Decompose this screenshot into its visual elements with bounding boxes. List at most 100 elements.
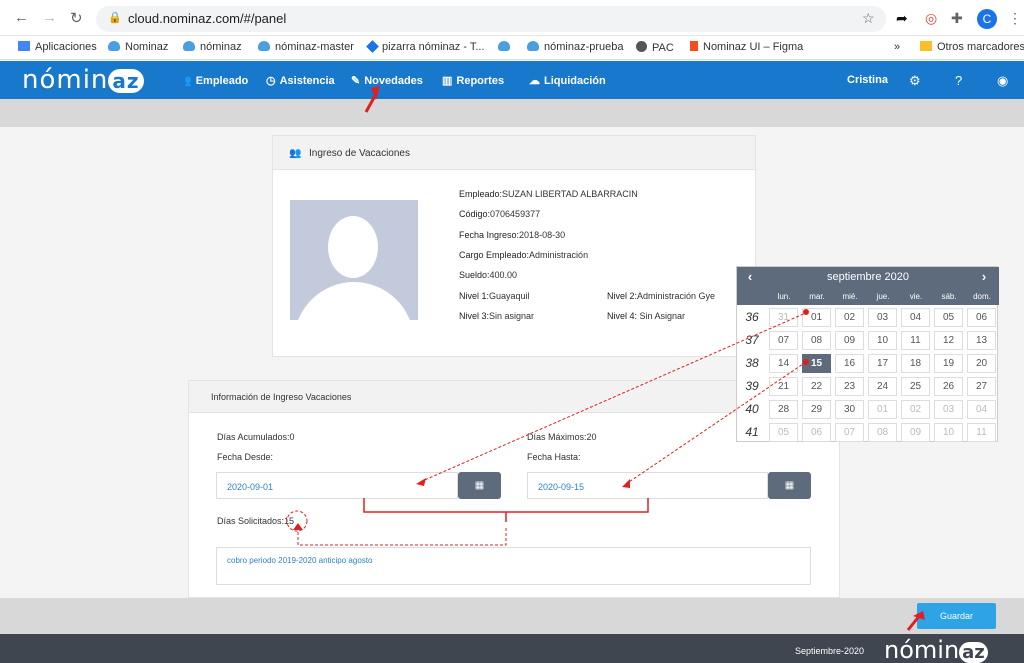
calendar-day[interactable]: 27 <box>967 377 996 396</box>
calendar-day[interactable]: 11 <box>967 423 996 442</box>
calendar-day[interactable]: 04 <box>901 308 930 327</box>
menu-dots-icon[interactable]: ⋮ <box>1008 10 1022 27</box>
calendar-day[interactable]: 07 <box>835 423 864 442</box>
calendar-day[interactable]: 13 <box>967 331 996 350</box>
account-icon[interactable]: ◉ <box>997 73 1008 89</box>
weekday-label: dom. <box>973 292 991 301</box>
help-icon[interactable]: ? <box>955 73 962 88</box>
bookmark-item[interactable] <box>498 41 515 53</box>
calendar-day[interactable]: 26 <box>934 377 963 396</box>
fecha-desde-label: Fecha Desde: <box>217 452 274 462</box>
week-number: 41 <box>745 425 759 439</box>
cloud-icon <box>258 41 270 51</box>
bookmark-apps[interactable]: Aplicaciones <box>18 41 97 53</box>
calendar-day[interactable]: 12 <box>934 331 963 350</box>
star-icon[interactable]: ☆ <box>862 10 875 27</box>
calendar-day[interactable]: 24 <box>868 377 897 396</box>
calendar-day[interactable]: 21 <box>769 377 798 396</box>
nav-novedades[interactable]: ✎ Novedades <box>351 74 423 87</box>
next-month-button[interactable]: › <box>971 269 997 286</box>
calendar-hasta-button[interactable]: ▦ <box>768 472 811 499</box>
calendar-day[interactable]: 07 <box>769 331 798 350</box>
calendar-day[interactable]: 15 <box>802 354 831 373</box>
week-number: 37 <box>745 333 759 347</box>
calendar-day[interactable]: 25 <box>901 377 930 396</box>
calendar-desde-button[interactable]: ▦ <box>458 472 501 499</box>
app-logo[interactable]: nómin az <box>22 65 144 95</box>
bookmark-item[interactable]: pizarra nóminaz - T... <box>366 40 485 53</box>
weekday-label: vie. <box>909 292 923 301</box>
calendar-day[interactable]: 28 <box>769 400 798 419</box>
calendar-icon: ▦ <box>474 480 485 491</box>
calendar-day[interactable]: 09 <box>901 423 930 442</box>
calendar-day[interactable]: 18 <box>901 354 930 373</box>
diamond-icon <box>366 40 379 53</box>
calendar-day[interactable]: 14 <box>769 354 798 373</box>
user-name[interactable]: Cristina <box>847 74 888 86</box>
calendar-day[interactable]: 31 <box>769 308 798 327</box>
nav-liquidacion[interactable]: ☁ Liquidación <box>529 74 606 87</box>
profile-avatar[interactable]: C <box>977 9 997 29</box>
field-fecha-ingreso: Fecha Ingreso:2018-08-30 <box>459 230 566 240</box>
save-button[interactable]: Guardar <box>917 603 996 629</box>
bookmark-item[interactable]: nóminaz-prueba <box>527 41 624 53</box>
calendar-day[interactable]: 10 <box>934 423 963 442</box>
calendar-day[interactable]: 02 <box>901 400 930 419</box>
calendar-day[interactable]: 16 <box>835 354 864 373</box>
comment-textarea[interactable]: cobro periodo 2019-2020 anticipo agosto <box>216 547 811 585</box>
calendar-day[interactable]: 17 <box>868 354 897 373</box>
field-nivel3: Nivel 3:Sin asignar <box>459 311 535 321</box>
calendar-day[interactable]: 01 <box>802 308 831 327</box>
url-text[interactable]: cloud.nominaz.com/#/panel <box>128 11 286 26</box>
calendar-day[interactable]: 08 <box>868 423 897 442</box>
forward-icon[interactable]: → <box>42 9 57 26</box>
footer-logo: nómin az <box>884 636 988 663</box>
calendar-day[interactable]: 19 <box>934 354 963 373</box>
extension-icon[interactable]: ◎ <box>925 10 937 27</box>
weekday-label: mar. <box>809 292 825 301</box>
weekday-row: lun. mar. mié. jue. vie. sáb. dom. <box>737 288 999 305</box>
calendar-day[interactable]: 04 <box>967 400 996 419</box>
nav-reportes[interactable]: ▥ Reportes <box>442 74 504 87</box>
bookmark-item[interactable]: nóminaz-master <box>258 41 354 53</box>
back-icon[interactable]: ← <box>14 9 29 26</box>
calendar-day[interactable]: 03 <box>934 400 963 419</box>
calendar-day[interactable]: 23 <box>835 377 864 396</box>
more-bookmarks-button[interactable]: » <box>894 41 900 53</box>
calendar-day[interactable]: 03 <box>868 308 897 327</box>
bookmark-item[interactable]: nóminaz <box>183 41 242 53</box>
users-icon: 👥 <box>178 75 192 87</box>
calendar-day[interactable]: 30 <box>835 400 864 419</box>
footer-date: Septiembre-2020 <box>795 646 865 656</box>
nav-asistencia[interactable]: ◷ Asistencia <box>266 74 335 87</box>
calendar-day[interactable]: 29 <box>802 400 831 419</box>
calendar-day[interactable]: 20 <box>967 354 996 373</box>
calendar-day[interactable]: 06 <box>967 308 996 327</box>
calendar-day[interactable]: 08 <box>802 331 831 350</box>
nav-empleado[interactable]: 👥 Empleado <box>178 74 248 87</box>
fecha-hasta-input[interactable]: 2020-09-15 <box>527 472 768 499</box>
other-bookmarks[interactable]: Otros marcadores <box>920 41 1024 53</box>
bookmark-item[interactable]: PAC <box>636 41 674 54</box>
calendar-day[interactable]: 01 <box>868 400 897 419</box>
calendar-day[interactable]: 02 <box>835 308 864 327</box>
calendar-day[interactable]: 09 <box>835 331 864 350</box>
fecha-desde-input[interactable]: 2020-09-01 <box>216 472 458 499</box>
calendar-day[interactable]: 22 <box>802 377 831 396</box>
calendar-day[interactable]: 05 <box>769 423 798 442</box>
field-nivel4: Nivel 4: Sin Asignar <box>607 311 686 321</box>
bookmark-item[interactable]: Nominaz UI – Figma <box>690 41 803 53</box>
field-sueldo: Sueldo:400.00 <box>459 270 518 280</box>
figma-icon <box>690 41 698 51</box>
calendar-day[interactable]: 10 <box>868 331 897 350</box>
calendar-day[interactable]: 05 <box>934 308 963 327</box>
bookmark-item[interactable]: Nominaz <box>108 41 168 53</box>
calendar-day[interactable]: 06 <box>802 423 831 442</box>
share-icon[interactable]: ➦ <box>896 10 908 27</box>
puzzle-icon[interactable]: ✚ <box>951 10 963 27</box>
weekday-label: mié. <box>842 292 858 301</box>
calendar-day[interactable]: 11 <box>901 331 930 350</box>
settings-icon[interactable]: ⚙ <box>909 73 921 89</box>
datepicker-header: ‹ septiembre 2020 › <box>737 267 999 288</box>
reload-icon[interactable]: ↻ <box>70 9 83 27</box>
